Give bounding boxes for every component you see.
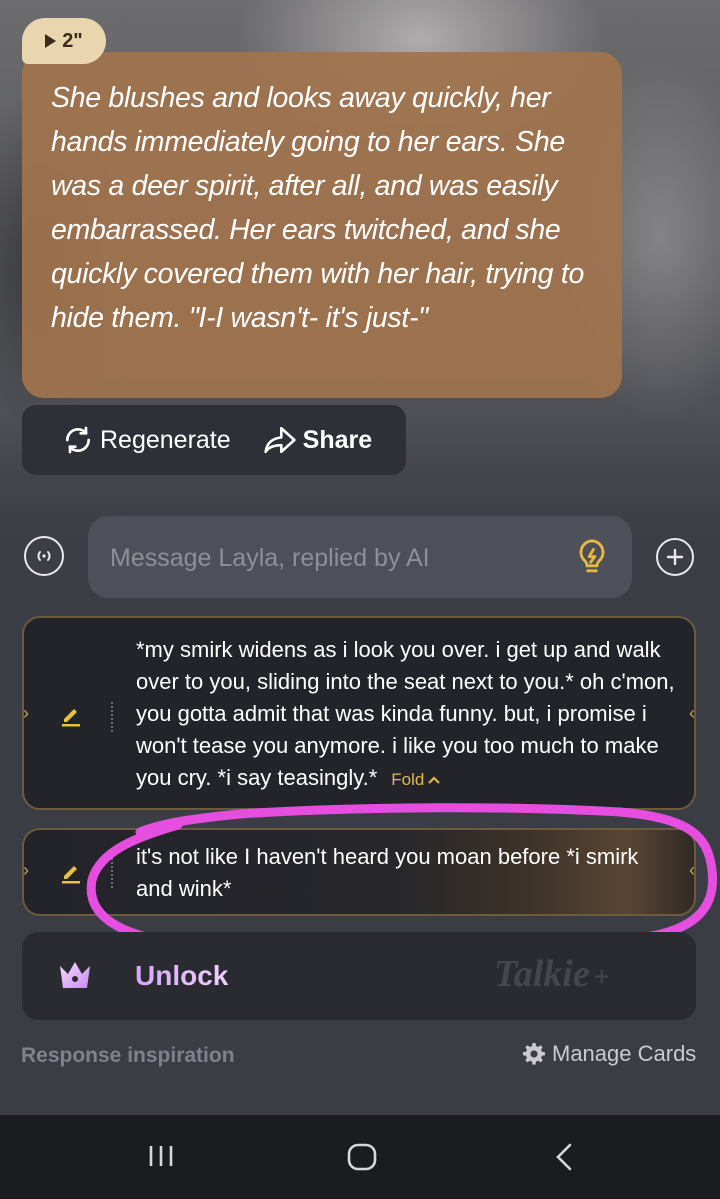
share-button[interactable]: Share [263,425,372,455]
message-input[interactable] [108,516,552,600]
watermark-text: Talkie [494,953,590,995]
unlock-card[interactable]: Unlock Talkie + [22,932,696,1020]
talkie-watermark: Talkie + [494,952,610,996]
back-icon[interactable] [552,1141,576,1173]
voice-input-button[interactable] [24,536,64,576]
chevron-right-icon: ‹ [689,860,695,880]
chevron-left-icon: › [23,860,29,880]
share-label: Share [302,425,373,454]
unlock-label: Unlock [135,960,229,991]
plus-icon: + [593,962,610,993]
fold-label: Fold [391,770,425,789]
voice-duration: 2" [62,29,83,52]
ai-message-text: She blushes and looks away quickly, her … [51,82,584,334]
regenerate-button[interactable]: Regenerate [62,424,231,456]
pencil-icon[interactable] [60,861,82,885]
reply-text: *my smirk widens as i look you over. i g… [136,634,676,796]
lightbulb-icon[interactable] [574,538,610,578]
message-input-box [88,516,632,600]
home-icon[interactable] [346,1141,378,1173]
reply-text: it's not like I haven't heard you moan b… [136,844,639,901]
recent-apps-icon[interactable] [146,1141,176,1171]
voice-play-badge[interactable]: 2" [22,18,106,64]
response-inspiration-label: Response inspiration [21,1044,235,1067]
message-action-bar: Regenerate Share [22,405,406,475]
regenerate-label: Regenerate [100,425,231,454]
plus-circle-icon [666,548,684,566]
reply-card[interactable]: › it's not like I haven't heard you moan… [22,828,696,916]
chevron-left-icon: › [23,703,29,723]
gear-icon [523,1043,545,1065]
fold-button[interactable]: Fold [391,770,441,789]
share-icon [263,426,296,454]
crown-icon [60,962,90,988]
card-divider [111,702,113,732]
voice-wave-icon [37,551,51,561]
reply-text-content: *my smirk widens as i look you over. i g… [136,637,675,790]
chevron-right-icon: ‹ [689,703,695,723]
refresh-icon [66,426,90,454]
reply-card[interactable]: › *my smirk widens as i look you over. i… [22,616,696,810]
add-button[interactable] [656,538,694,576]
card-divider [111,858,113,888]
manage-cards-button[interactable]: Manage Cards [522,1041,696,1067]
play-icon [45,34,57,48]
pencil-icon[interactable] [60,704,82,728]
system-navigation-bar [0,1115,720,1199]
chevron-up-icon [428,776,441,784]
manage-cards-label: Manage Cards [552,1041,697,1066]
ai-message-bubble[interactable]: She blushes and looks away quickly, her … [22,52,622,398]
